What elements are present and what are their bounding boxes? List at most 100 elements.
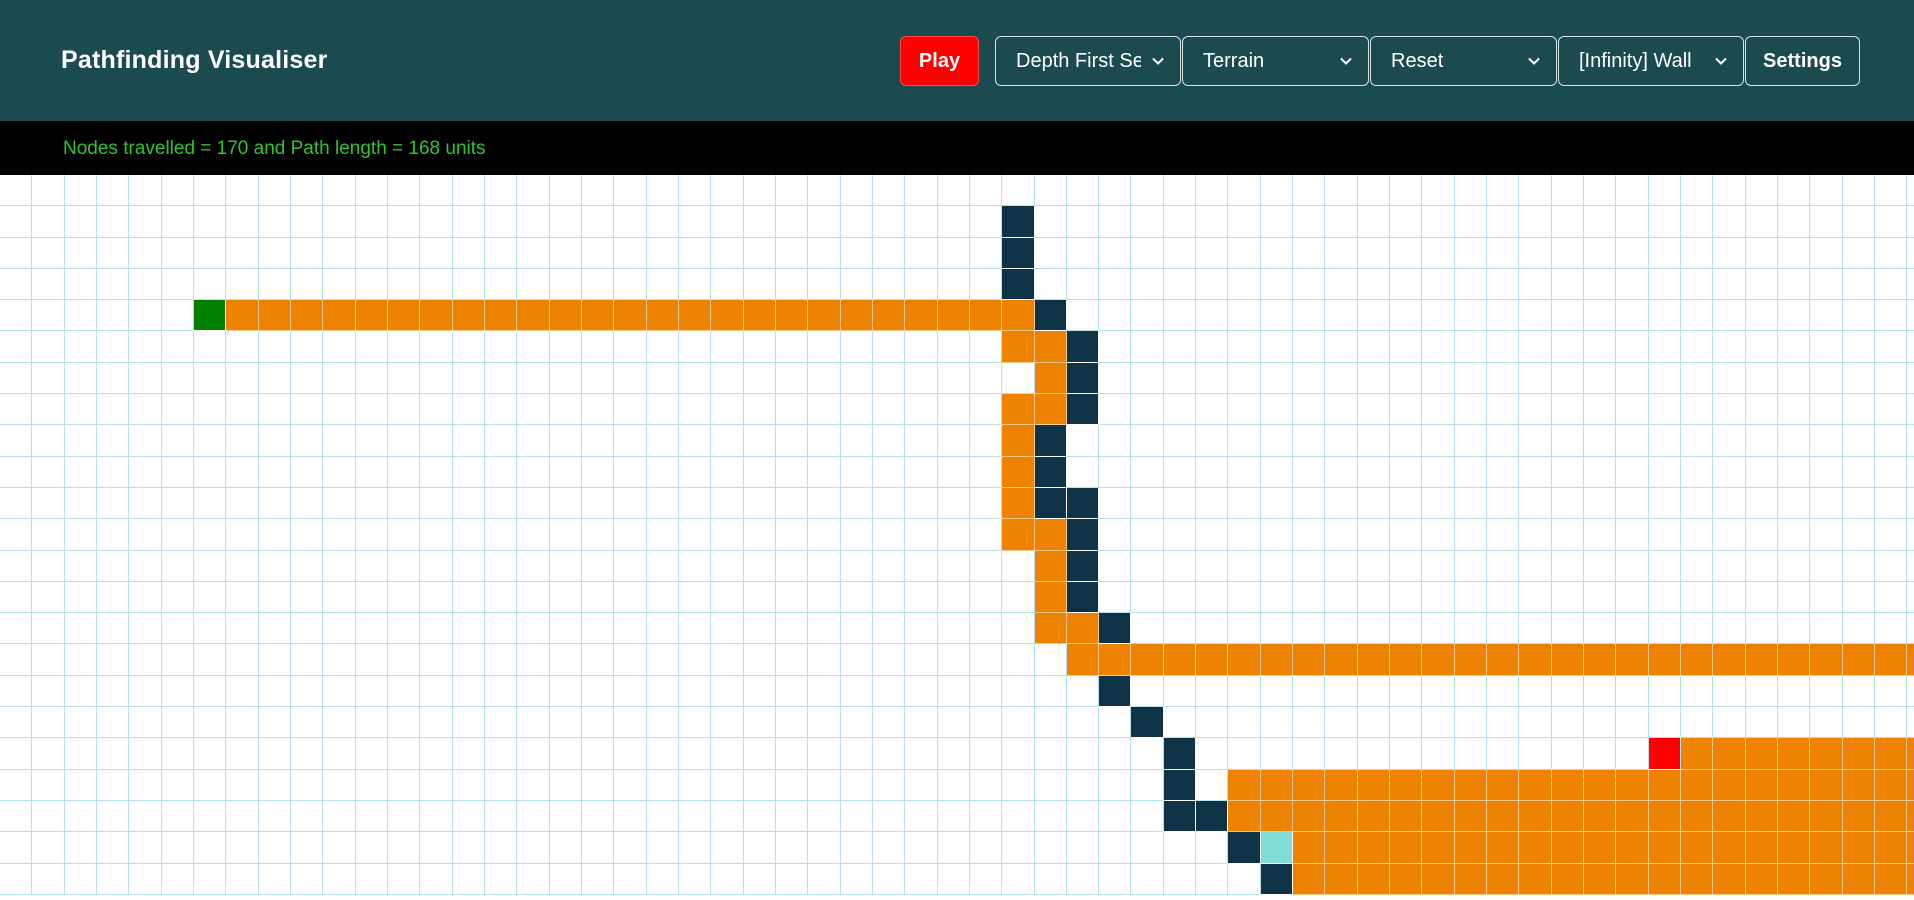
grid-cell[interactable] <box>96 206 130 238</box>
grid-cell[interactable] <box>549 362 582 395</box>
grid-cell[interactable] <box>808 863 841 895</box>
grid-cell[interactable] <box>64 863 97 895</box>
grid-cell[interactable] <box>420 456 453 488</box>
grid-cell[interactable] <box>1196 581 1229 614</box>
grid-cell[interactable] <box>646 581 679 614</box>
grid-cell[interactable] <box>1810 425 1843 457</box>
grid-cell[interactable] <box>711 675 744 708</box>
grid-cell[interactable] <box>1842 206 1876 238</box>
grid-cell[interactable] <box>1713 519 1746 551</box>
grid-cell[interactable] <box>1357 362 1391 395</box>
path-node[interactable] <box>646 300 679 332</box>
path-node[interactable] <box>1810 644 1843 676</box>
grid-cell[interactable] <box>969 331 1003 363</box>
wall-node[interactable] <box>1131 707 1164 739</box>
grid-cell[interactable] <box>1648 519 1682 551</box>
grid-cell[interactable] <box>1099 707 1132 739</box>
grid-cell[interactable] <box>937 394 970 426</box>
path-node[interactable] <box>1422 800 1455 833</box>
grid-cell[interactable] <box>1810 550 1843 582</box>
path-node[interactable] <box>420 300 453 332</box>
grid-cell[interactable] <box>387 237 421 269</box>
grid-cell[interactable] <box>872 487 906 520</box>
grid-cell[interactable] <box>549 613 582 645</box>
grid-cell[interactable] <box>129 425 162 457</box>
grid-cell[interactable] <box>969 206 1003 238</box>
grid-cell[interactable] <box>0 675 33 708</box>
grid-cell[interactable] <box>969 832 1003 864</box>
grid-cell[interactable] <box>1810 487 1843 520</box>
grid-cell[interactable] <box>484 237 518 269</box>
grid-cell[interactable] <box>1907 175 1914 207</box>
grid-cell[interactable] <box>96 300 130 332</box>
grid-cell[interactable] <box>1163 613 1197 645</box>
grid-cell[interactable] <box>840 268 873 301</box>
grid-cell[interactable] <box>1745 268 1779 301</box>
grid-cell[interactable] <box>1681 707 1714 739</box>
grid-cell[interactable] <box>1260 675 1294 708</box>
grid-cell[interactable] <box>549 456 582 488</box>
grid-cell[interactable] <box>937 738 970 770</box>
grid-cell[interactable] <box>1745 331 1779 363</box>
grid-cell[interactable] <box>1066 456 1100 488</box>
grid-cell[interactable] <box>129 206 162 238</box>
grid-cell[interactable] <box>549 550 582 582</box>
grid-cell[interactable] <box>355 519 388 551</box>
grid-cell[interactable] <box>1875 456 1908 488</box>
visited-node[interactable] <box>1260 832 1294 864</box>
grid-cell[interactable] <box>711 800 744 833</box>
grid-cell[interactable] <box>1454 613 1488 645</box>
grid-cell[interactable] <box>258 800 291 833</box>
grid-cell[interactable] <box>387 425 421 457</box>
grid-cell[interactable] <box>323 362 356 395</box>
path-node[interactable] <box>937 300 970 332</box>
grid-cell[interactable] <box>290 832 324 864</box>
grid-cell[interactable] <box>1454 237 1488 269</box>
path-node[interactable] <box>1778 738 1811 770</box>
grid-cell[interactable] <box>678 519 712 551</box>
grid-cell[interactable] <box>226 707 259 739</box>
grid-cell[interactable] <box>1778 425 1811 457</box>
grid-cell[interactable] <box>1842 425 1876 457</box>
grid-cell[interactable] <box>193 425 227 457</box>
grid-cell[interactable] <box>840 675 873 708</box>
grid-cell[interactable] <box>1778 175 1811 207</box>
grid-cell[interactable] <box>355 175 388 207</box>
grid-cell[interactable] <box>549 800 582 833</box>
grid-cell[interactable] <box>129 394 162 426</box>
grid-cell[interactable] <box>484 738 518 770</box>
grid-cell[interactable] <box>420 550 453 582</box>
path-node[interactable] <box>1713 769 1746 801</box>
grid-cell[interactable] <box>1713 707 1746 739</box>
grid-cell[interactable] <box>420 769 453 801</box>
grid-cell[interactable] <box>1713 394 1746 426</box>
grid-cell[interactable] <box>323 237 356 269</box>
grid-cell[interactable] <box>323 644 356 676</box>
path-node[interactable] <box>1745 644 1779 676</box>
grid-cell[interactable] <box>678 613 712 645</box>
wall-node[interactable] <box>1066 331 1100 363</box>
path-node[interactable] <box>1034 362 1067 395</box>
grid-cell[interactable] <box>840 707 873 739</box>
path-node[interactable] <box>1422 769 1455 801</box>
wall-node[interactable] <box>1002 206 1035 238</box>
grid-cell[interactable] <box>1907 487 1914 520</box>
grid-cell[interactable] <box>1616 675 1649 708</box>
grid-cell[interactable] <box>1357 519 1391 551</box>
grid-cell[interactable] <box>387 456 421 488</box>
grid-cell[interactable] <box>1875 675 1908 708</box>
grid-cell[interactable] <box>1422 456 1455 488</box>
grid-cell[interactable] <box>1293 175 1326 207</box>
grid-cell[interactable] <box>1551 456 1585 488</box>
grid-cell[interactable] <box>872 644 906 676</box>
grid-cell[interactable] <box>1454 707 1488 739</box>
path-node[interactable] <box>1810 832 1843 864</box>
path-node[interactable] <box>1616 832 1649 864</box>
grid-cell[interactable] <box>64 300 97 332</box>
grid-cell[interactable] <box>937 707 970 739</box>
grid-cell[interactable] <box>1390 675 1423 708</box>
grid-cell[interactable] <box>387 832 421 864</box>
grid-cell[interactable] <box>1163 300 1197 332</box>
grid-cell[interactable] <box>161 769 194 801</box>
grid-cell[interactable] <box>1648 425 1682 457</box>
